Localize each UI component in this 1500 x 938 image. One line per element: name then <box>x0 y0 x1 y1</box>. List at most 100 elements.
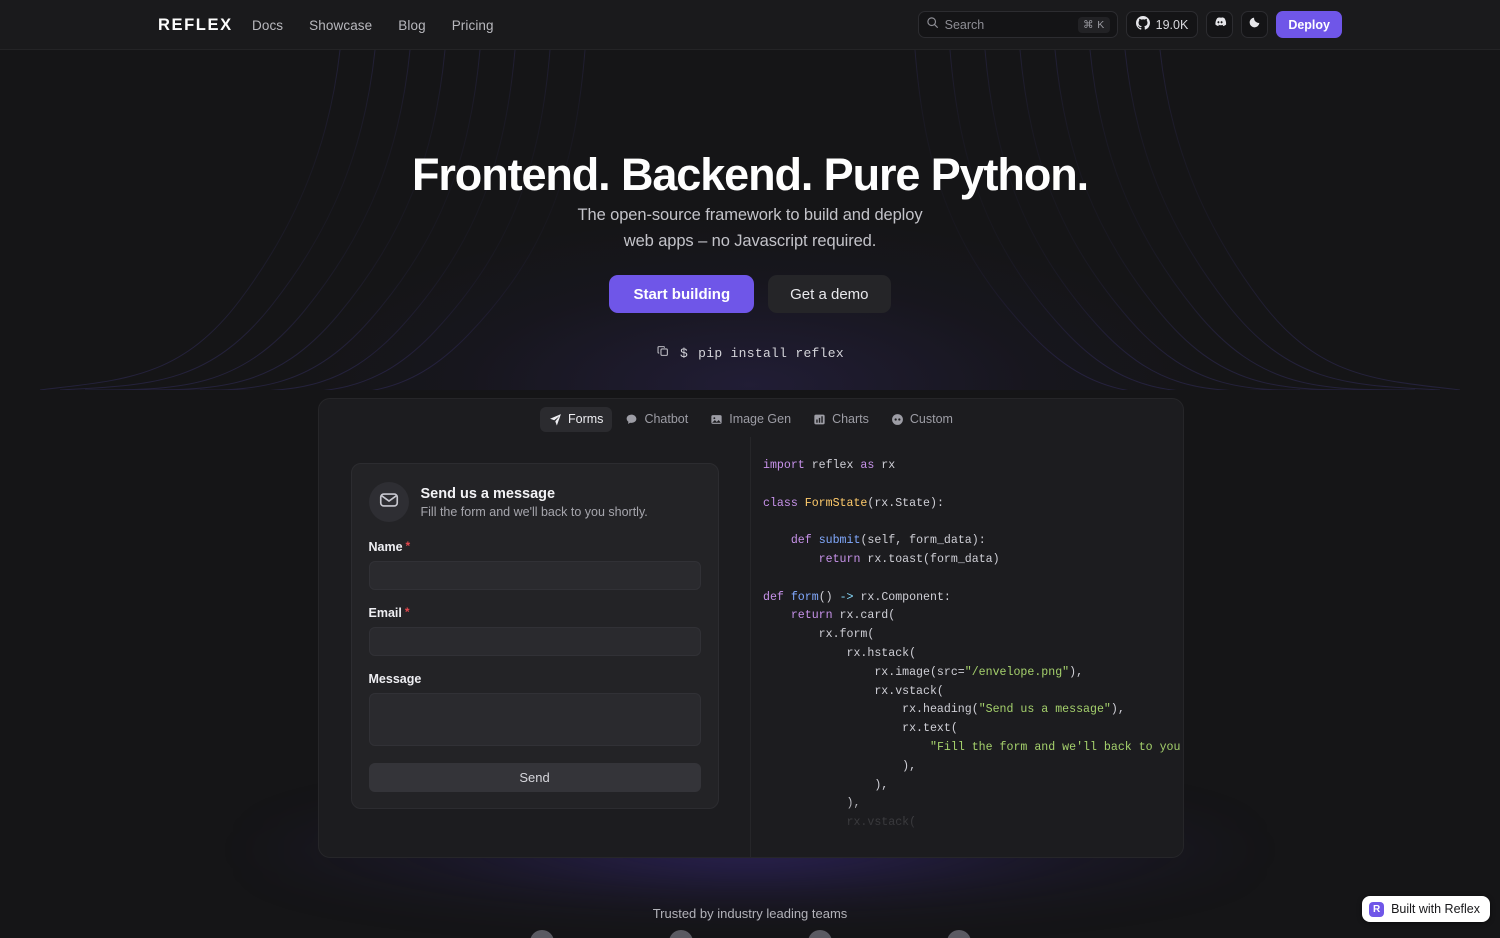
hero-subtitle-line1: The open-source framework to build and d… <box>577 206 923 224</box>
install-command-row[interactable]: $ pip install reflex <box>0 344 1500 362</box>
code-token: rx.card( <box>832 609 896 623</box>
code-token: rx.vstack( <box>763 684 944 698</box>
tab-image-gen-label: Image Gen <box>729 412 792 426</box>
code-token: rx.form( <box>763 628 875 642</box>
code-token: as <box>860 459 875 472</box>
theme-toggle-button[interactable] <box>1241 11 1269 38</box>
github-stars-button[interactable]: 19.0K <box>1125 11 1199 38</box>
tab-custom[interactable]: Custom <box>882 407 962 432</box>
code-token: "Fill the form and we'll back to you sho <box>929 740 1183 754</box>
name-field-label: Name * <box>369 540 701 554</box>
built-with-reflex-badge[interactable]: R Built with Reflex <box>1362 896 1490 922</box>
tab-custom-label: Custom <box>909 412 953 426</box>
copy-icon[interactable] <box>656 344 670 362</box>
top-navbar: REFLEX Docs Showcase Blog Pricing Search… <box>0 0 1500 50</box>
tab-image-gen[interactable]: Image Gen <box>701 407 800 432</box>
tab-forms-label: Forms <box>568 412 604 426</box>
demo-panel-body: Send us a message Fill the form and we'l… <box>319 437 1183 857</box>
reflex-logo[interactable]: REFLEX <box>158 16 233 35</box>
demo-panel: Forms Chatbot Image Gen Charts Custom Se… <box>318 398 1184 858</box>
tab-chatbot[interactable]: Chatbot <box>616 407 697 432</box>
code-token: () <box>818 590 840 604</box>
hero-subtitle: The open-source framework to build and d… <box>0 202 1500 254</box>
code-token: ), <box>763 778 889 792</box>
email-input[interactable] <box>368 627 701 656</box>
get-a-demo-button[interactable]: Get a demo <box>768 275 891 313</box>
start-building-button[interactable]: Start building <box>609 275 755 313</box>
name-input[interactable] <box>368 561 701 590</box>
discord-button[interactable] <box>1206 11 1234 38</box>
nav-link-pricing[interactable]: Pricing <box>452 18 494 33</box>
code-line: "Fill the form and we'll back to you sho <box>763 739 1183 758</box>
code-token: rx.toast(form_data) <box>860 552 1000 566</box>
email-label-text: Email <box>368 606 402 620</box>
code-token: return <box>818 552 861 566</box>
demo-code-pane: import reflex as rx class FormState(rx.S… <box>751 437 1183 857</box>
code-token: FormState <box>804 496 868 510</box>
deploy-button[interactable]: Deploy <box>1276 11 1342 38</box>
message-textarea[interactable] <box>368 693 701 746</box>
tab-charts-label: Charts <box>832 412 869 426</box>
code-line: import reflex as rx <box>763 457 1183 476</box>
envelope-icon <box>378 489 400 516</box>
nav-link-docs[interactable]: Docs <box>252 18 283 33</box>
code-token: submit <box>818 534 861 548</box>
code-token: rx.text( <box>763 722 958 736</box>
hero-subtitle-line2: web apps – no Javascript required. <box>623 232 877 250</box>
code-line: rx.vstack( <box>763 814 1183 833</box>
code-line: rx.form( <box>763 626 1183 645</box>
send-icon <box>549 413 562 426</box>
search-input[interactable]: Search ⌘ K <box>917 11 1118 38</box>
code-line: rx.text( <box>763 720 1183 739</box>
code-line: def submit(self, form_data): <box>763 532 1183 551</box>
code-line: def form() -> rx.Component: <box>763 589 1183 608</box>
partner-logo-row <box>0 930 1500 938</box>
install-prompt-symbol: $ <box>680 345 689 361</box>
hero-section: Frontend. Backend. Pure Python. The open… <box>0 50 1500 390</box>
search-placeholder: Search <box>944 17 985 32</box>
code-line: rx.vstack( <box>763 683 1183 702</box>
tab-charts[interactable]: Charts <box>804 407 878 432</box>
code-token: rx.Component: <box>853 590 951 604</box>
nav-link-blog[interactable]: Blog <box>398 18 425 33</box>
code-token: rx.hstack( <box>763 646 917 660</box>
code-token: "/envelope.png" <box>964 665 1070 679</box>
form-description: Fill the form and we'll back to you shor… <box>420 504 648 519</box>
partner-logo <box>529 930 554 938</box>
github-stars-count: 19.0K <box>1155 17 1189 32</box>
demo-preview-pane: Send us a message Fill the form and we'l… <box>319 437 751 857</box>
code-block[interactable]: import reflex as rx class FormState(rx.S… <box>763 457 1183 857</box>
send-button[interactable]: Send <box>368 763 701 792</box>
partner-logo <box>946 930 971 938</box>
install-command-text: pip install reflex <box>698 345 844 361</box>
brand-text: REFLEX <box>158 16 233 34</box>
hero-cta-row: Start building Get a demo <box>0 275 1500 313</box>
code-token: reflex <box>804 459 861 472</box>
required-asterisk: * <box>404 605 410 619</box>
code-token: (self, form_data): <box>860 534 986 548</box>
code-token: form <box>790 590 819 604</box>
code-token: rx.heading( <box>763 703 979 717</box>
tab-chatbot-label: Chatbot <box>644 412 689 426</box>
demo-tabbar: Forms Chatbot Image Gen Charts Custom <box>319 402 1183 436</box>
tab-forms[interactable]: Forms <box>540 406 613 432</box>
code-token: ), <box>763 797 861 811</box>
code-token: (rx.State): <box>867 496 944 510</box>
partner-logo <box>807 930 832 938</box>
code-token: class <box>763 496 798 510</box>
code-line: rx.hstack( <box>763 645 1183 664</box>
email-field-label: Email * <box>369 606 701 620</box>
code-token: ), <box>1110 703 1125 717</box>
code-token: def <box>763 590 784 604</box>
code-line: rx.heading("Send us a message"), <box>763 701 1183 720</box>
moon-icon <box>1248 16 1261 34</box>
nav-link-showcase[interactable]: Showcase <box>309 18 372 33</box>
